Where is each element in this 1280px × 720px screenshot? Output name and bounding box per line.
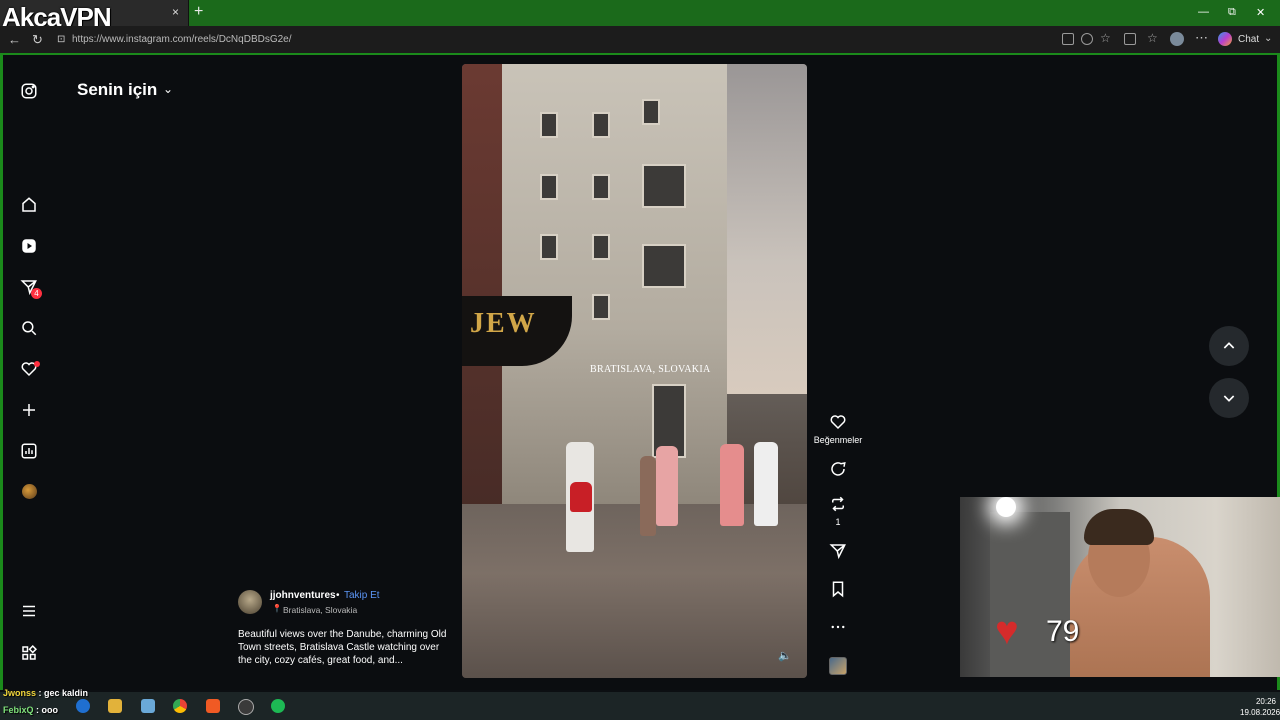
audio-thumbnail[interactable] (829, 657, 847, 675)
separator: • (336, 590, 340, 601)
refresh-icon[interactable]: ↻ (32, 32, 43, 48)
repost-icon[interactable] (829, 495, 847, 513)
copilot-icon[interactable] (1218, 32, 1232, 46)
profile-avatar-icon[interactable] (1170, 32, 1184, 46)
volume-icon[interactable]: 🔈 (778, 649, 792, 662)
site-info-icon[interactable]: ⊡ (57, 34, 65, 45)
video-street (462, 504, 807, 678)
more-options-icon[interactable] (829, 618, 847, 636)
chat-button[interactable]: Chat (1238, 34, 1259, 45)
edge-taskbar-icon[interactable] (76, 699, 90, 713)
reels-icon[interactable] (20, 237, 38, 255)
create-icon[interactable] (20, 401, 38, 419)
chat-message: FebixQ : ooo (3, 705, 59, 715)
video-caption: BRATISLAVA, SLOVAKIA (590, 364, 711, 375)
chat-user: FebixQ (3, 705, 34, 715)
instagram-icon[interactable] (20, 82, 38, 100)
likes-label[interactable]: Beğenmeler (808, 435, 868, 445)
obs-taskbar-icon[interactable] (238, 699, 254, 715)
close-window-button[interactable]: ✕ (1256, 6, 1265, 19)
next-reel-button[interactable] (1209, 378, 1249, 418)
comment-icon[interactable] (829, 460, 847, 478)
favorites-icon[interactable]: ☆ (1147, 31, 1159, 45)
store-sign-text: JEW (470, 308, 537, 339)
extension-icon[interactable] (1124, 33, 1136, 45)
more-apps-icon[interactable] (20, 644, 38, 662)
video-sky (717, 64, 807, 394)
taskbar-clock[interactable]: 20:26 19.08.2026 (1240, 696, 1280, 718)
app-taskbar-icon[interactable] (141, 699, 155, 713)
file-explorer-icon[interactable] (108, 699, 122, 713)
spotify-taskbar-icon[interactable] (271, 699, 285, 713)
home-icon[interactable] (20, 196, 38, 214)
back-icon[interactable]: ← (8, 32, 21, 47)
address-bar: ← ↻ ⊡ https://www.instagram.com/reels/Dc… (0, 26, 1280, 55)
save-icon[interactable] (829, 580, 847, 598)
video-building (492, 64, 727, 504)
like-icon[interactable] (829, 413, 847, 431)
follow-button[interactable]: Takip Et (344, 590, 380, 601)
menu-icon[interactable] (20, 602, 38, 620)
previous-reel-button[interactable] (1209, 326, 1249, 366)
close-tab-icon[interactable]: × (172, 5, 179, 19)
apps-icon[interactable] (1062, 33, 1074, 45)
chrome-taskbar-icon[interactable] (173, 699, 187, 713)
author-avatar[interactable] (238, 590, 262, 614)
chevron-down-icon[interactable]: ⌄ (163, 82, 173, 96)
url-field[interactable]: https://www.instagram.com/reels/DcNqDBDs… (72, 34, 292, 45)
more-menu-icon[interactable]: ⋯ (1195, 30, 1208, 46)
reel-description[interactable]: Beautiful views over the Danube, charmin… (238, 628, 448, 667)
minimize-button[interactable]: — (1198, 6, 1209, 18)
taskbar (0, 692, 1280, 720)
chat-text: ooo (41, 705, 59, 715)
sidebar-toggle-icon[interactable]: ⌄ (1264, 33, 1272, 44)
share-icon[interactable] (829, 542, 847, 560)
heart-rate-value: 79 (1046, 615, 1080, 648)
notification-dot (34, 361, 40, 367)
chat-message: Jwonss : gec kaldin (3, 688, 89, 698)
restore-button[interactable]: ⧉ (1228, 6, 1236, 19)
dashboard-icon[interactable] (20, 442, 38, 460)
profile-avatar[interactable] (22, 484, 37, 499)
author-username[interactable]: jjohnventures (270, 590, 336, 601)
reel-video[interactable]: JEW BRATISLAVA, SLOVAKIA 🔈 (462, 64, 807, 678)
clock-time: 20:26 (1255, 697, 1276, 706)
new-tab-button[interactable]: + (194, 3, 203, 21)
location-label[interactable]: Bratislava, Slovakia (283, 605, 357, 615)
feed-selector[interactable]: Senin için (77, 80, 157, 100)
favorite-star-icon[interactable]: ☆ (1100, 31, 1112, 45)
location-pin-icon: 📍 (272, 604, 282, 613)
heart-rate-icon: ♥ (995, 609, 1019, 653)
zoom-icon[interactable] (1081, 33, 1093, 45)
repost-count: 1 (835, 517, 841, 527)
chat-text: gec kaldin (44, 688, 89, 698)
search-icon[interactable] (20, 319, 38, 337)
brave-taskbar-icon[interactable] (206, 699, 220, 713)
messages-badge: 4 (31, 288, 42, 299)
chat-user: Jwonss (3, 688, 37, 698)
clock-date: 19.08.2026 (1240, 708, 1280, 717)
browser-tab-bar: × + — ⧉ ✕ (0, 0, 1280, 26)
